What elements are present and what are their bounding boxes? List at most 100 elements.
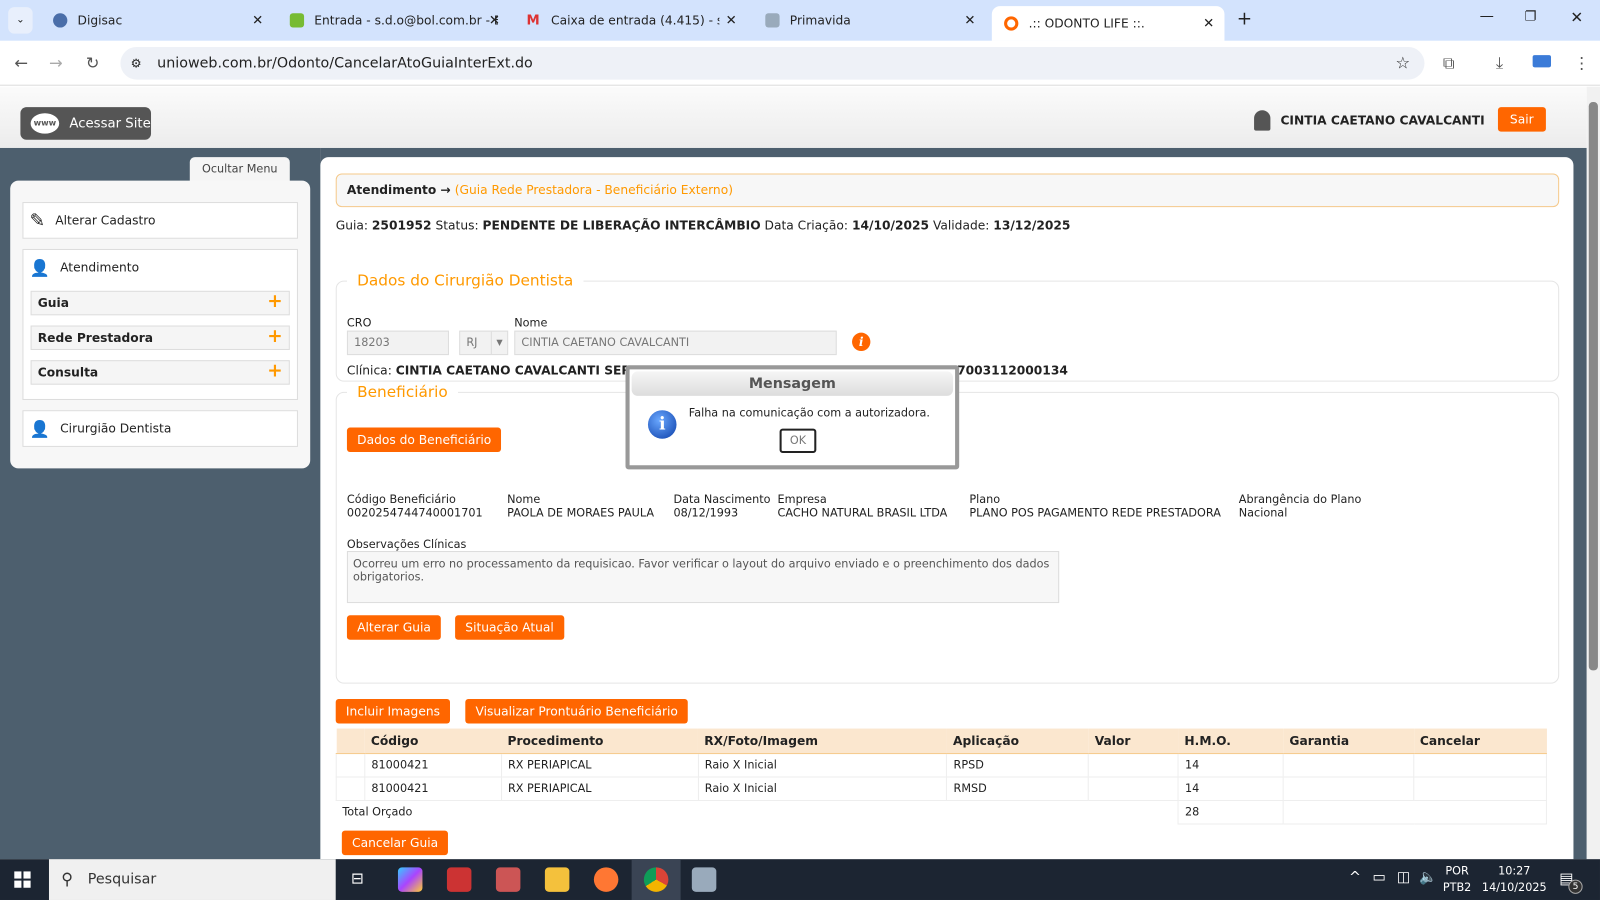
- tab-odonto-life[interactable]: .:: ODONTO LIFE ::. ✕: [991, 6, 1225, 41]
- visualizar-prontuario-button[interactable]: Visualizar Prontuário Beneficiário: [465, 698, 689, 724]
- firefox-icon[interactable]: [593, 867, 619, 892]
- beneficiary-field: Plano PLANO POS PAGAMENTO REDE PRESTADORA: [969, 493, 1221, 520]
- tab-label: Entrada - s.d.o@bol.com.br - BOL: [314, 13, 498, 28]
- extensions-icon[interactable]: ⧉: [1443, 53, 1455, 73]
- scrollbar-thumb[interactable]: [1588, 102, 1598, 671]
- sidebar-item-label: Atendimento: [60, 260, 140, 275]
- info-icon: i: [647, 410, 677, 439]
- page-scrollbar[interactable]: [1586, 86, 1600, 860]
- address-bar-area: ← → ↻ ⚙ unioweb.com.br/Odonto/CancelarAto…: [0, 40, 1600, 86]
- chrome-icon[interactable]: [643, 867, 669, 892]
- close-tab-icon[interactable]: ✕: [252, 13, 263, 28]
- logout-button[interactable]: Sair: [1497, 107, 1546, 132]
- incluir-imagens-button[interactable]: Incluir Imagens: [335, 698, 451, 724]
- field-label: Plano: [969, 492, 1001, 507]
- guia-number: 2501952: [371, 218, 432, 233]
- new-tab-button[interactable]: +: [1237, 8, 1252, 29]
- date: 14/10/2025: [1481, 880, 1547, 894]
- tab-bol[interactable]: Entrada - s.d.o@bol.com.br - BOL✕: [278, 6, 511, 35]
- task-view-icon[interactable]: ⊟: [351, 869, 364, 887]
- expand-plus-icon[interactable]: +: [267, 326, 282, 347]
- close-tab-icon[interactable]: ✕: [1203, 16, 1214, 31]
- expand-plus-icon[interactable]: +: [267, 291, 282, 312]
- user-chat-icon: 👤: [29, 257, 50, 278]
- cancelar-guia-button[interactable]: Cancelar Guia: [341, 830, 449, 856]
- app-icon[interactable]: [446, 867, 472, 892]
- section-legend: Dados do Cirurgião Dentista: [357, 271, 574, 290]
- sidebar-item-alterar-cadastro[interactable]: ✎ Alterar Cadastro: [22, 202, 298, 239]
- tab-primavida[interactable]: Primavida ✕: [753, 6, 986, 35]
- column-header: [336, 728, 365, 754]
- camera-icon[interactable]: ◫: [1397, 869, 1411, 885]
- profile-icon[interactable]: [1532, 55, 1552, 68]
- tab-digisac[interactable]: Digisac ✕: [41, 6, 274, 35]
- forward-icon[interactable]: →: [49, 53, 63, 72]
- taskbar-search[interactable]: ⚲ Pesquisar: [48, 859, 336, 900]
- guia-info: Guia: 2501952 Status: PENDENTE DE LIBERA…: [336, 218, 1071, 232]
- column-header: Aplicação: [946, 728, 1089, 754]
- total-label: Total Orçado: [342, 805, 413, 819]
- expand-plus-icon[interactable]: +: [267, 361, 282, 381]
- sidebar: Ocultar Menu ✎ Alterar Cadastro 👤 Atendime…: [0, 147, 321, 860]
- copilot-icon[interactable]: [397, 867, 423, 892]
- message-dialog: Mensagem i Falha na comunicação com a au…: [625, 365, 960, 470]
- sidebar-sub-rede-prestadora[interactable]: Rede Prestadora +: [30, 325, 290, 350]
- browser-menu-icon[interactable]: ⋮: [1573, 53, 1589, 72]
- restore-button[interactable]: ❐: [1524, 9, 1536, 24]
- chevron-up-icon[interactable]: ^: [1349, 869, 1361, 885]
- tab-search-button[interactable]: ⌄: [8, 7, 33, 34]
- language-indicator[interactable]: POR PTB2: [1443, 863, 1471, 896]
- minimize-button[interactable]: —: [1480, 8, 1494, 24]
- beneficiary-data-button[interactable]: Dados do Beneficiário: [346, 427, 502, 453]
- table-row: 81000421 RX PERIAPICAL Raio X Inicial RPSD 1…: [335, 752, 1547, 778]
- close-tab-icon[interactable]: ✕: [964, 13, 975, 28]
- tab-gmail[interactable]: M Caixa de entrada (4.415) - sdo.i ✕: [514, 6, 747, 35]
- cro-label: CRO: [346, 316, 372, 330]
- clock[interactable]: 10:27 14/10/2025: [1482, 863, 1547, 896]
- sidebar-item-atendimento[interactable]: 👤 Atendimento: [23, 250, 296, 285]
- windows-start-icon[interactable]: [14, 871, 31, 888]
- table-cell: [1413, 776, 1547, 801]
- ok-button[interactable]: OK: [779, 428, 817, 454]
- dentist-name-input[interactable]: CINTIA CAETANO CAVALCANTI: [514, 330, 837, 356]
- dialog-title: Mensagem: [631, 371, 954, 396]
- taskbar: ⚲ Pesquisar ⊟ ^ ▭ ◫ 🔈 POR PTB2 10:27 14/10/…: [0, 859, 1600, 900]
- alterar-guia-button[interactable]: Alterar Guia: [346, 615, 442, 640]
- file-explorer-icon[interactable]: [544, 867, 570, 892]
- close-tab-icon[interactable]: ✕: [726, 13, 737, 28]
- situacao-atual-button[interactable]: Situação Atual: [455, 615, 564, 640]
- app-icon[interactable]: [691, 867, 717, 892]
- user-name: CINTIA CAETANO CAVALCANTI: [1280, 113, 1485, 128]
- breadcrumb-current: (Guia Rede Prestadora - Beneficiário Ext…: [454, 182, 733, 197]
- uf-select[interactable]: RJ ▼: [459, 330, 509, 356]
- app-icon[interactable]: [495, 867, 521, 892]
- sidebar-sub-guia[interactable]: Guia +: [30, 290, 290, 316]
- sidebar-item-label: Alterar Cadastro: [55, 213, 156, 228]
- sidebar-item-label: Cirurgião Dentista: [60, 421, 172, 436]
- digisac-icon: [53, 13, 68, 28]
- back-icon[interactable]: ←: [14, 53, 28, 72]
- cro-input[interactable]: 18203: [346, 330, 449, 356]
- field-label: Abrangência do Plano: [1238, 492, 1362, 507]
- sidebar-group-atendimento: 👤 Atendimento Guia + Rede Prestadora + Cons…: [22, 248, 298, 400]
- network-icon[interactable]: ▭: [1372, 869, 1386, 885]
- sidebar-sub-consulta[interactable]: Consulta +: [30, 360, 290, 385]
- info-icon[interactable]: i: [852, 332, 871, 352]
- bookmark-star-icon[interactable]: ☆: [1396, 47, 1411, 80]
- close-tab-icon[interactable]: ✕: [489, 13, 500, 28]
- user-info: CINTIA CAETANO CAVALCANTI: [1253, 110, 1485, 131]
- sidebar-item-cirurgiao-dentista[interactable]: 👤 Cirurgião Dentista: [22, 410, 298, 447]
- nome-label: Nome: [514, 316, 548, 330]
- access-site-button[interactable]: www Acessar Site: [20, 107, 152, 140]
- url-input[interactable]: ⚙ unioweb.com.br/Odonto/CancelarAtoGuiaIn…: [120, 46, 1425, 80]
- clinical-observations-textarea[interactable]: Ocorreu um erro no processamento da requ…: [346, 551, 1060, 604]
- site-info-icon[interactable]: ⚙: [131, 47, 142, 80]
- column-header: Cancelar: [1413, 728, 1547, 754]
- hide-menu-tab[interactable]: Ocultar Menu: [189, 157, 290, 182]
- reload-icon[interactable]: ↻: [86, 53, 100, 72]
- close-window-button[interactable]: ✕: [1570, 8, 1583, 26]
- download-icon[interactable]: ⤓: [1496, 53, 1503, 73]
- volume-icon[interactable]: 🔈: [1419, 869, 1437, 885]
- table-cell: [1282, 799, 1547, 824]
- sub-label: Rede Prestadora: [37, 330, 154, 345]
